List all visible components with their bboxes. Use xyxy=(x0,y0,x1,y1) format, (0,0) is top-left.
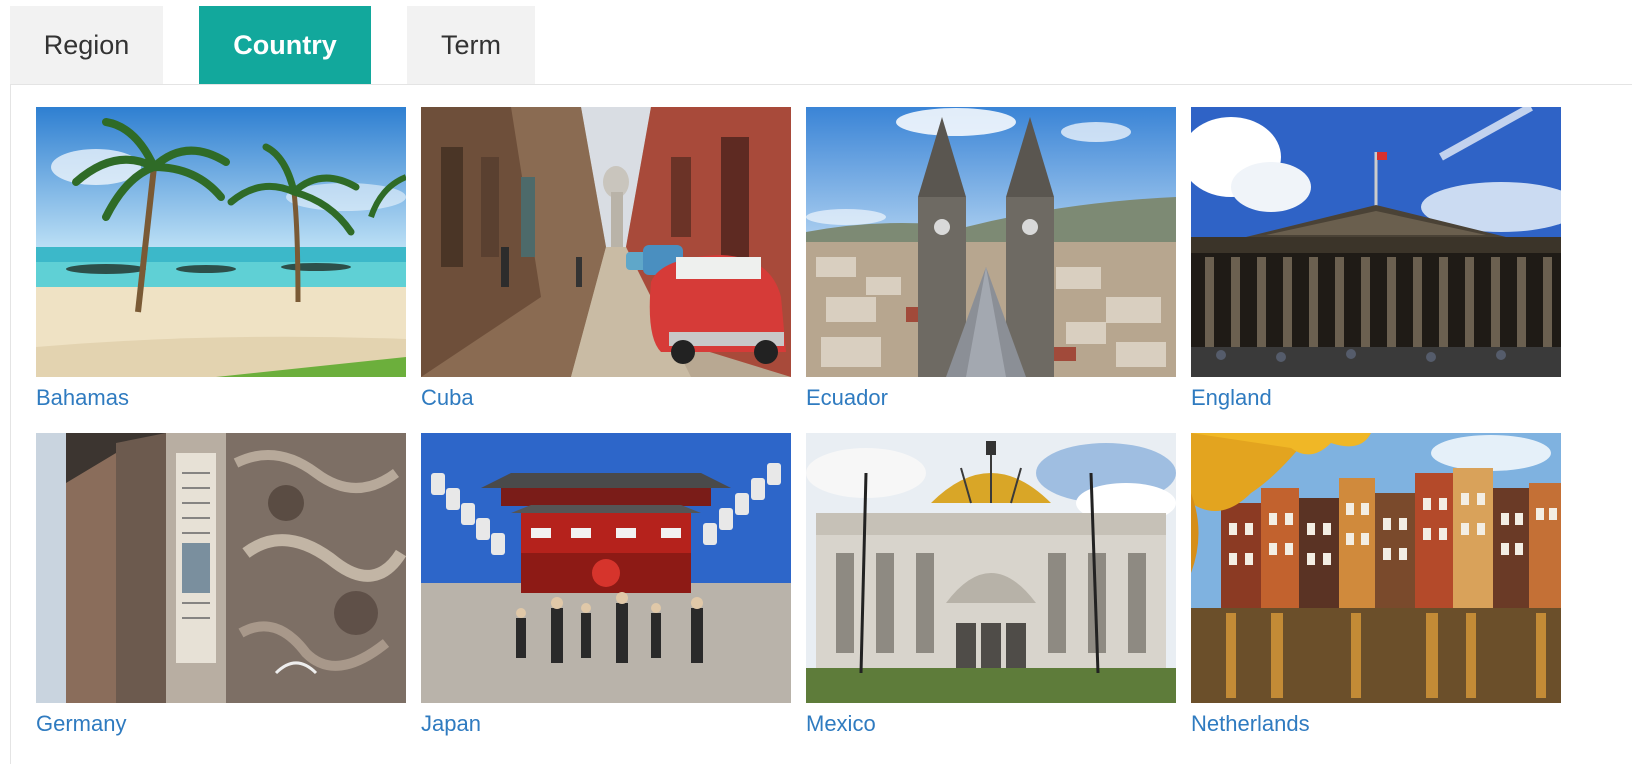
mexico-photo[interactable] xyxy=(806,433,1176,703)
country-link-cuba[interactable]: Cuba xyxy=(421,385,791,411)
tab-region[interactable]: Region xyxy=(10,6,163,84)
country-grid-panel: Bahamas Cuba Ecuador England Germany Jap… xyxy=(10,84,1632,764)
ecuador-photo[interactable] xyxy=(806,107,1176,377)
cuba-photo[interactable] xyxy=(421,107,791,377)
country-card-ecuador[interactable]: Ecuador xyxy=(806,107,1176,411)
country-card-cuba[interactable]: Cuba xyxy=(421,107,791,411)
country-link-netherlands[interactable]: Netherlands xyxy=(1191,711,1561,737)
country-link-japan[interactable]: Japan xyxy=(421,711,791,737)
country-link-mexico[interactable]: Mexico xyxy=(806,711,1176,737)
country-card-mexico[interactable]: Mexico xyxy=(806,433,1176,737)
country-card-england[interactable]: England xyxy=(1191,107,1561,411)
england-photo[interactable] xyxy=(1191,107,1561,377)
country-link-germany[interactable]: Germany xyxy=(36,711,406,737)
country-card-netherlands[interactable]: Netherlands xyxy=(1191,433,1561,737)
country-link-bahamas[interactable]: Bahamas xyxy=(36,385,406,411)
japan-photo[interactable] xyxy=(421,433,791,703)
country-card-bahamas[interactable]: Bahamas xyxy=(36,107,406,411)
netherlands-photo[interactable] xyxy=(1191,433,1561,703)
country-link-england[interactable]: England xyxy=(1191,385,1561,411)
tab-term[interactable]: Term xyxy=(407,6,535,84)
tab-bar: Region Country Term xyxy=(10,6,535,84)
bahamas-photo[interactable] xyxy=(36,107,406,377)
country-link-ecuador[interactable]: Ecuador xyxy=(806,385,1176,411)
germany-photo[interactable] xyxy=(36,433,406,703)
tab-country[interactable]: Country xyxy=(199,6,371,84)
country-card-japan[interactable]: Japan xyxy=(421,433,791,737)
country-card-germany[interactable]: Germany xyxy=(36,433,406,737)
